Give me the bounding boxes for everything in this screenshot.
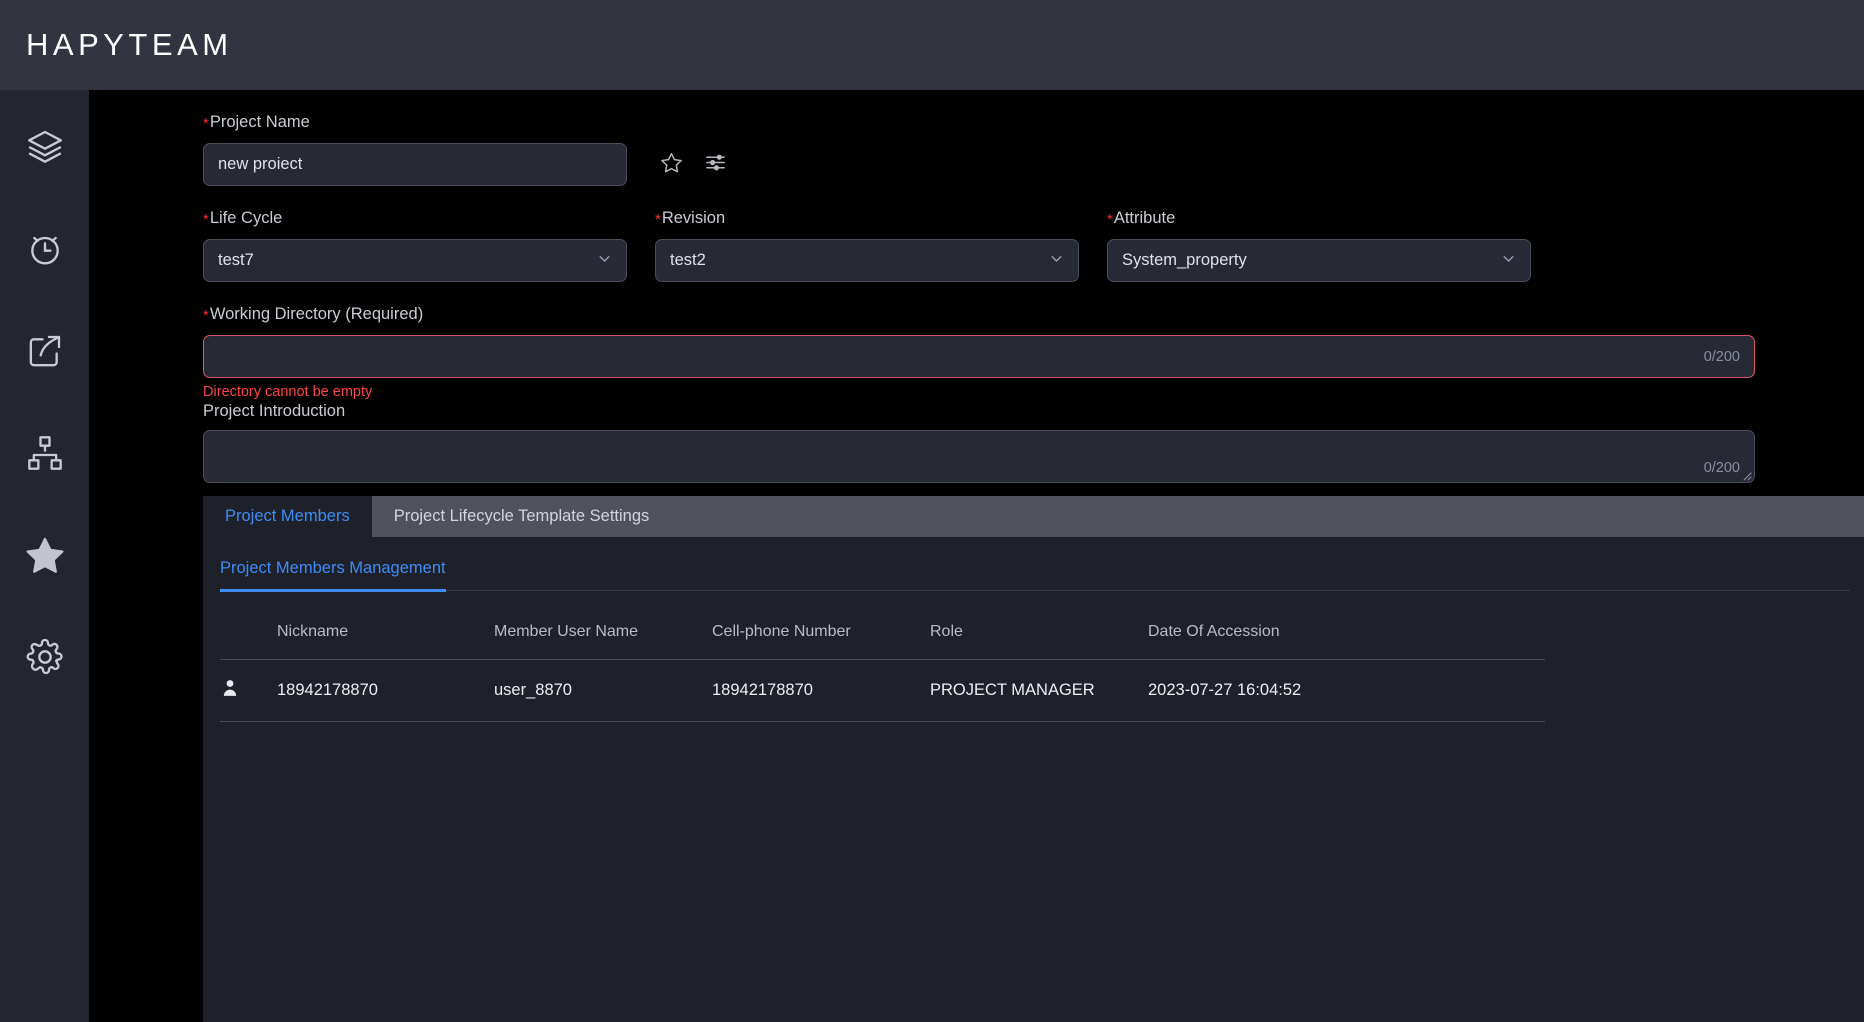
- user-avatar-icon: [220, 680, 240, 702]
- life-cycle-field-group: *Life Cycle test7: [203, 208, 627, 282]
- sidebar-item-layers[interactable]: [18, 120, 72, 174]
- revision-select[interactable]: test2: [655, 239, 1079, 282]
- life-cycle-label: *Life Cycle: [203, 208, 627, 230]
- body-row: *Project Name new proiect *Life Cycle te…: [0, 90, 1864, 1022]
- selects-row: *Life Cycle test7 *Revision test2 *Attri…: [203, 208, 1864, 282]
- required-marker: *: [203, 115, 209, 132]
- cell-nickname: 18942178870: [277, 659, 494, 722]
- members-table-head: Nickname Member User Name Cell-phone Num…: [220, 614, 1545, 660]
- table-header-row: Nickname Member User Name Cell-phone Num…: [220, 614, 1545, 660]
- app-header: HAPYTEAM: [0, 0, 1864, 90]
- revision-label-text: Revision: [661, 209, 726, 227]
- working-directory-error: Directory cannot be empty: [203, 384, 373, 400]
- sliders-icon: [704, 151, 727, 179]
- sidebar: [0, 90, 89, 1022]
- subtab-project-members-management[interactable]: Project Members Management: [220, 559, 446, 592]
- working-directory-field-group: *Working Directory (Required) 0/200 Dire…: [203, 304, 1755, 401]
- members-table-body: 18942178870 user_8870 18942178870 PROJEC…: [220, 659, 1545, 722]
- project-name-label-text: Project Name: [209, 113, 310, 131]
- star-outline-icon: [660, 151, 683, 179]
- attribute-label-text: Attribute: [1113, 209, 1176, 227]
- working-directory-label-text: Working Directory (Required): [209, 305, 424, 323]
- attribute-value: System_property: [1122, 251, 1247, 269]
- chevron-down-icon: [1500, 250, 1517, 272]
- project-introduction-field-group: Project Introduction 0/200: [203, 402, 1864, 483]
- share-icon: [25, 331, 65, 371]
- project-introduction-counter: 0/200: [1703, 460, 1740, 476]
- project-members-panel: Project Members Management Nickname Memb…: [203, 537, 1864, 1022]
- tab-project-members[interactable]: Project Members: [203, 496, 372, 537]
- th-member-user-name: Member User Name: [494, 614, 712, 660]
- th-cell-phone-number: Cell-phone Number: [712, 614, 930, 660]
- layers-icon: [25, 127, 65, 167]
- th-date-of-accession: Date Of Accession: [1148, 614, 1545, 660]
- filter-settings-button[interactable]: [693, 143, 737, 186]
- cell-role: PROJECT MANAGER: [930, 659, 1148, 722]
- life-cycle-label-text: Life Cycle: [209, 209, 283, 227]
- favorite-star-button[interactable]: [649, 143, 693, 186]
- table-row[interactable]: 18942178870 user_8870 18942178870 PROJEC…: [220, 659, 1545, 722]
- cell-member-user-name: user_8870: [494, 659, 712, 722]
- cell-cell-phone-number: 18942178870: [712, 659, 930, 722]
- chevron-down-icon: [1048, 250, 1065, 272]
- working-directory-label: *Working Directory (Required): [203, 304, 1755, 326]
- resize-handle-icon[interactable]: [1740, 468, 1752, 481]
- attribute-select[interactable]: System_property: [1107, 239, 1531, 282]
- working-directory-input[interactable]: 0/200: [203, 335, 1755, 378]
- project-name-label: *Project Name: [203, 112, 1864, 134]
- working-directory-counter: 0/200: [1703, 348, 1740, 365]
- life-cycle-value: test7: [218, 251, 254, 269]
- main-content: *Project Name new proiect *Life Cycle te…: [89, 90, 1864, 1022]
- attribute-label: *Attribute: [1107, 208, 1531, 230]
- subtab-rail: [220, 590, 1850, 591]
- project-introduction-textarea[interactable]: 0/200: [203, 430, 1755, 483]
- sidebar-item-hierarchy[interactable]: [18, 426, 72, 480]
- app-root: HAPYTEAM *Project Name new proiect *Life…: [0, 0, 1864, 1022]
- attribute-field-group: *Attribute System_property: [1107, 208, 1531, 282]
- star-filled-icon: [24, 534, 66, 576]
- th-role: Role: [930, 614, 1148, 660]
- members-table: Nickname Member User Name Cell-phone Num…: [220, 614, 1545, 722]
- sidebar-item-share[interactable]: [18, 324, 72, 378]
- revision-value: test2: [670, 251, 706, 269]
- project-name-input[interactable]: [203, 143, 627, 186]
- project-introduction-label: Project Introduction: [203, 402, 346, 420]
- th-nickname: Nickname: [277, 614, 494, 660]
- required-marker: *: [203, 307, 209, 324]
- tab-bar: Project Members Project Lifecycle Templa…: [203, 496, 1864, 537]
- sidebar-item-favorites[interactable]: [18, 528, 72, 582]
- cell-date-of-accession: 2023-07-27 16:04:52: [1148, 659, 1545, 722]
- project-name-row: [203, 143, 1864, 186]
- revision-field-group: *Revision test2: [655, 208, 1079, 282]
- alarm-clock-icon: [25, 229, 65, 269]
- life-cycle-select[interactable]: test7: [203, 239, 627, 282]
- gear-icon: [25, 637, 65, 677]
- project-name-field-group: *Project Name: [203, 112, 1864, 186]
- tab-project-lifecycle-template-settings[interactable]: Project Lifecycle Template Settings: [371, 496, 672, 537]
- chevron-down-icon: [596, 250, 613, 272]
- brand-title: HAPYTEAM: [26, 27, 233, 62]
- cell-avatar: [220, 659, 277, 722]
- sitemap-icon: [25, 433, 65, 473]
- sidebar-item-schedule[interactable]: [18, 222, 72, 276]
- required-marker: *: [655, 211, 661, 228]
- sidebar-item-settings[interactable]: [18, 630, 72, 684]
- required-marker: *: [1107, 211, 1113, 228]
- th-avatar: [220, 614, 277, 660]
- required-marker: *: [203, 211, 209, 228]
- revision-label: *Revision: [655, 208, 1079, 230]
